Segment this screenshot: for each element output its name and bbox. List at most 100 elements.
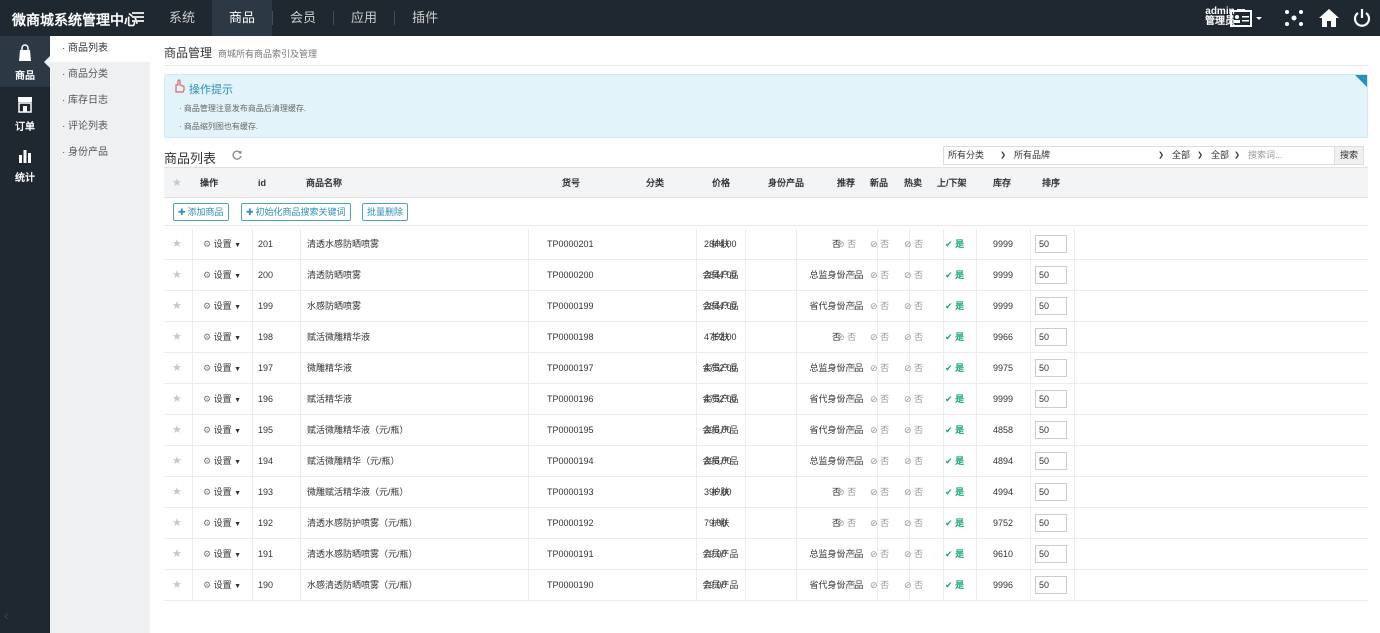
toggle-hot[interactable]: ⊘ 否	[904, 384, 923, 414]
table-row[interactable]: ★ ⚙ 设置 ▼ 191 清透水感防晒喷雾（元/瓶） TP0000191 会员产品 79.0…	[164, 539, 1368, 570]
toggle-hot[interactable]: ⊘ 否	[904, 477, 923, 507]
star-icon[interactable]: ★	[172, 477, 182, 507]
subnav-item-goods-category[interactable]: 商品分类	[50, 62, 150, 88]
toggle-on-shelf[interactable]: ✔ 是	[945, 322, 964, 352]
sort-input[interactable]: 50	[1035, 452, 1067, 470]
filter-select-2[interactable]: 全部 ❯	[1207, 147, 1244, 164]
toggle-hot[interactable]: ⊘ 否	[904, 322, 923, 352]
toggle-hot[interactable]: ⊘ 否	[904, 508, 923, 538]
settings-dropdown[interactable]: ⚙ 设置 ▼	[203, 415, 241, 445]
batch-delete-button[interactable]: 批量删除	[362, 203, 409, 221]
add-goods-button[interactable]: ✚ 添加商品	[173, 203, 229, 221]
table-row[interactable]: ★ ⚙ 设置 ▼ 193 微雕赋活精华液（元/瓶） TP0000193 护肤 396.00 否…	[164, 477, 1368, 508]
toggle-recommend[interactable]: ⊘ 否	[837, 291, 856, 321]
cell-name[interactable]: 赋活微雕精华液	[307, 322, 370, 352]
settings-dropdown[interactable]: ⚙ 设置 ▼	[203, 477, 241, 507]
tips-toggle-corner[interactable]	[1355, 75, 1367, 87]
settings-dropdown[interactable]: ⚙ 设置 ▼	[203, 260, 241, 290]
star-icon[interactable]: ★	[172, 260, 182, 290]
sort-input[interactable]: 50	[1035, 390, 1067, 408]
sort-input[interactable]: 50	[1035, 545, 1067, 563]
cell-name[interactable]: 清透水感防晒喷雾	[307, 229, 379, 259]
star-icon[interactable]: ★	[172, 384, 182, 414]
toggle-hot[interactable]: ⊘ 否	[904, 446, 923, 476]
toggle-recommend[interactable]: ⊘ 否	[837, 353, 856, 383]
subnav-item-identity-products[interactable]: 身份产品	[50, 140, 150, 166]
toggle-recommend[interactable]: ⊘ 否	[837, 229, 856, 259]
sort-input[interactable]: 50	[1035, 359, 1067, 377]
top-nav-item-member[interactable]: 会员	[273, 0, 333, 36]
star-icon[interactable]: ★	[172, 291, 182, 321]
toggle-recommend[interactable]: ⊘ 否	[837, 477, 856, 507]
menu-toggle-icon[interactable]	[132, 12, 144, 24]
toggle-hot[interactable]: ⊘ 否	[904, 353, 923, 383]
toggle-recommend[interactable]: ⊘ 否	[837, 539, 856, 569]
toggle-recommend[interactable]: ⊘ 否	[837, 508, 856, 538]
toggle-new[interactable]: ⊘ 否	[870, 508, 889, 538]
settings-dropdown[interactable]: ⚙ 设置 ▼	[203, 384, 241, 414]
toggle-new[interactable]: ⊘ 否	[870, 570, 889, 600]
settings-dropdown[interactable]: ⚙ 设置 ▼	[203, 539, 241, 569]
home-icon[interactable]	[1318, 8, 1340, 28]
toggle-on-shelf[interactable]: ✔ 是	[945, 508, 964, 538]
top-nav-item-plugins[interactable]: 插件	[395, 0, 455, 36]
toggle-new[interactable]: ⊘ 否	[870, 446, 889, 476]
toggle-on-shelf[interactable]: ✔ 是	[945, 384, 964, 414]
toggle-on-shelf[interactable]: ✔ 是	[945, 260, 964, 290]
star-icon[interactable]: ★	[172, 322, 182, 352]
settings-dropdown[interactable]: ⚙ 设置 ▼	[203, 570, 241, 600]
sort-input[interactable]: 50	[1035, 235, 1067, 253]
refresh-icon[interactable]	[232, 150, 242, 160]
toggle-recommend[interactable]: ⊘ 否	[837, 570, 856, 600]
toggle-recommend[interactable]: ⊘ 否	[837, 384, 856, 414]
top-nav-item-system[interactable]: 系统	[152, 0, 212, 36]
sidebar-item-orders[interactable]: 订单	[0, 87, 50, 138]
subnav-item-stock-log[interactable]: 库存日志	[50, 88, 150, 114]
star-icon[interactable]: ★	[172, 508, 182, 538]
toggle-on-shelf[interactable]: ✔ 是	[945, 415, 964, 445]
toggle-on-shelf[interactable]: ✔ 是	[945, 446, 964, 476]
toggle-on-shelf[interactable]: ✔ 是	[945, 353, 964, 383]
toggle-on-shelf[interactable]: ✔ 是	[945, 477, 964, 507]
table-row[interactable]: ★ ⚙ 设置 ▼ 201 清透水感防晒喷雾 TP0000201 护肤 2844.00 否 ⊘ 否…	[164, 229, 1368, 260]
cell-name[interactable]: 清透防晒喷雾	[307, 260, 361, 290]
toggle-recommend[interactable]: ⊘ 否	[837, 415, 856, 445]
toggle-new[interactable]: ⊘ 否	[870, 353, 889, 383]
toggle-new[interactable]: ⊘ 否	[870, 415, 889, 445]
brand-select[interactable]: 所有品牌 ❯	[1010, 147, 1168, 164]
collapse-icon[interactable]: ‹	[4, 607, 9, 623]
cell-name[interactable]: 微雕赋活精华液（元/瓶）	[307, 477, 409, 507]
toggle-on-shelf[interactable]: ✔ 是	[945, 229, 964, 259]
settings-dropdown[interactable]: ⚙ 设置 ▼	[203, 229, 241, 259]
sort-input[interactable]: 50	[1035, 328, 1067, 346]
subnav-item-goods-list[interactable]: 商品列表	[50, 36, 150, 62]
table-row[interactable]: ★ ⚙ 设置 ▼ 190 水感清透防晒喷雾（元/瓶） TP0000190 会员产品 79.0…	[164, 570, 1368, 601]
top-nav-item-goods[interactable]: 商品	[212, 0, 273, 36]
toggle-hot[interactable]: ⊘ 否	[904, 539, 923, 569]
toggle-on-shelf[interactable]: ✔ 是	[945, 291, 964, 321]
table-row[interactable]: ★ ⚙ 设置 ▼ 194 赋活微雕精华（元/瓶） TP0000194 会员产品 396.00…	[164, 446, 1368, 477]
search-input[interactable]: 搜索词...	[1244, 147, 1334, 164]
cell-name[interactable]: 水感防晒喷雾	[307, 291, 361, 321]
settings-dropdown[interactable]: ⚙ 设置 ▼	[203, 508, 241, 538]
star-icon[interactable]: ★	[172, 446, 182, 476]
power-icon[interactable]	[1353, 8, 1371, 28]
toggle-hot[interactable]: ⊘ 否	[904, 570, 923, 600]
id-card-icon[interactable]	[1230, 8, 1264, 28]
sort-input[interactable]: 50	[1035, 266, 1067, 284]
sort-input[interactable]: 50	[1035, 483, 1067, 501]
cell-name[interactable]: 水感清透防晒喷雾（元/瓶）	[307, 570, 418, 600]
table-row[interactable]: ★ ⚙ 设置 ▼ 197 微雕精华液 TP0000197 会员产品 4752.00 总监身份产…	[164, 353, 1368, 384]
cell-name[interactable]: 赋活微雕精华液（元/瓶）	[307, 415, 409, 445]
toggle-new[interactable]: ⊘ 否	[870, 229, 889, 259]
table-row[interactable]: ★ ⚙ 设置 ▼ 200 清透防晒喷雾 TP0000200 会员产品 2844.00 总监身份…	[164, 260, 1368, 291]
toggle-hot[interactable]: ⊘ 否	[904, 291, 923, 321]
settings-dropdown[interactable]: ⚙ 设置 ▼	[203, 446, 241, 476]
table-row[interactable]: ★ ⚙ 设置 ▼ 195 赋活微雕精华液（元/瓶） TP0000195 会员产品 396.0…	[164, 415, 1368, 446]
toggle-on-shelf[interactable]: ✔ 是	[945, 570, 964, 600]
cell-name[interactable]: 清透水感防晒喷雾（元/瓶）	[307, 539, 418, 569]
search-button[interactable]: 搜索	[1334, 147, 1364, 164]
toggle-recommend[interactable]: ⊘ 否	[837, 260, 856, 290]
star-icon[interactable]: ★	[172, 229, 182, 259]
table-row[interactable]: ★ ⚙ 设置 ▼ 198 赋活微雕精华液 TP0000198 护肤 4752.00 否 ⊘ 否 ⊘…	[164, 322, 1368, 353]
